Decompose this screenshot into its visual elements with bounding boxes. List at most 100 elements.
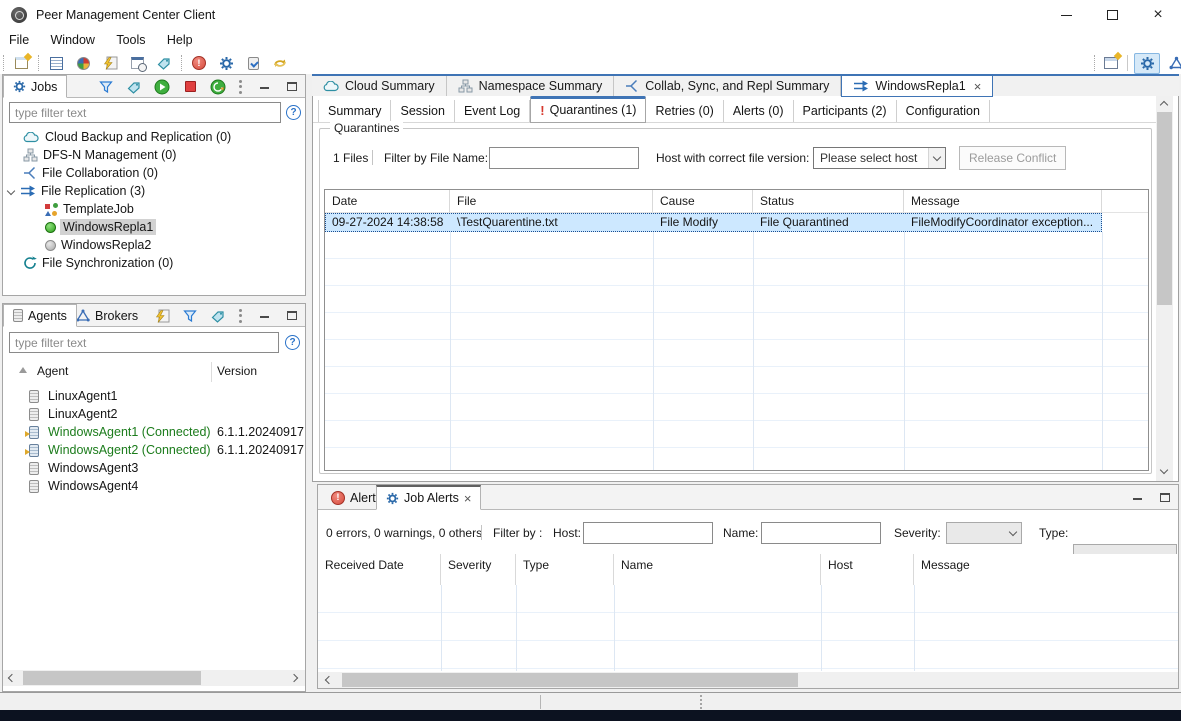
agents-filter-help-icon[interactable]: [285, 335, 300, 350]
tab-brokers[interactable]: Brokers: [67, 304, 147, 327]
tree-item-windowsrepla1[interactable]: WindowsRepla1: [45, 218, 156, 236]
name-filter-input[interactable]: [761, 522, 881, 544]
severity-select[interactable]: [946, 522, 1022, 544]
tab-jobs[interactable]: Jobs: [3, 75, 67, 98]
tab-windowsrepla1[interactable]: WindowsRepla1 ×: [841, 76, 993, 97]
tasks-button[interactable]: [243, 53, 263, 73]
column-divider[interactable]: [211, 362, 212, 382]
maximize-window-button[interactable]: [1089, 0, 1135, 30]
agent-row-linuxagent1[interactable]: LinuxAgent1: [29, 387, 299, 405]
scrollbar-thumb[interactable]: [23, 671, 201, 685]
filename-filter-input[interactable]: [489, 147, 639, 169]
menu-file[interactable]: File: [0, 30, 38, 50]
tree-item-templatejob[interactable]: TemplateJob: [45, 200, 134, 218]
menu-tools[interactable]: Tools: [107, 30, 154, 50]
tab-collab-sync-repl-summary[interactable]: Collab, Sync, and Repl Summary: [614, 76, 841, 96]
jobs-filter-input[interactable]: [9, 102, 281, 123]
close-tab-icon[interactable]: ×: [464, 491, 472, 506]
dashboard-button[interactable]: [73, 53, 93, 73]
agent-row-linuxagent2[interactable]: LinuxAgent2: [29, 405, 299, 423]
agents-view-menu-button[interactable]: [236, 306, 246, 326]
subtab-summary[interactable]: Summary: [318, 100, 391, 122]
tree-item-file-synchronization[interactable]: File Synchronization (0): [23, 254, 173, 272]
open-perspective-button[interactable]: [1101, 53, 1121, 73]
host-select[interactable]: Please select host: [813, 147, 946, 169]
jobs-maximize-button[interactable]: [282, 77, 302, 97]
job-checklist-button[interactable]: [46, 53, 66, 73]
power-actions-button[interactable]: [100, 53, 120, 73]
column-date[interactable]: Date: [325, 190, 450, 212]
column-status[interactable]: Status: [753, 190, 904, 212]
release-conflict-button[interactable]: Release Conflict: [959, 146, 1066, 170]
new-job-button[interactable]: [11, 53, 31, 73]
agents-hscrollbar[interactable]: [3, 670, 305, 686]
column-host[interactable]: Host: [821, 554, 914, 585]
schedule-button[interactable]: [127, 53, 147, 73]
close-tab-icon[interactable]: ×: [974, 79, 982, 94]
tab-job-alerts[interactable]: Job Alerts ×: [376, 485, 481, 510]
subtab-configuration[interactable]: Configuration: [897, 100, 990, 122]
column-type[interactable]: Type: [516, 554, 614, 585]
sash-drag-handle[interactable]: [700, 695, 702, 709]
editor-vscrollbar[interactable]: [1156, 96, 1173, 481]
topology-perspective-button[interactable]: [1166, 53, 1181, 73]
jobs-tag-button[interactable]: [124, 77, 144, 97]
column-name[interactable]: Name: [614, 554, 821, 585]
alerts-maximize-button[interactable]: [1155, 488, 1175, 508]
subtab-session[interactable]: Session: [391, 100, 454, 122]
agents-tag-button[interactable]: [208, 306, 228, 326]
minimize-window-button[interactable]: [1043, 0, 1089, 30]
subtab-event-log[interactable]: Event Log: [455, 100, 530, 122]
close-window-button[interactable]: ×: [1135, 0, 1181, 30]
alerts-hscrollbar[interactable]: [318, 672, 1178, 688]
agent-row-windowsagent4[interactable]: WindowsAgent4: [29, 477, 299, 495]
tree-item-file-collaboration[interactable]: File Collaboration (0): [23, 164, 158, 182]
column-message[interactable]: Message: [914, 554, 1177, 585]
pmc-perspective-button[interactable]: [1134, 53, 1160, 74]
jobs-minimize-button[interactable]: [254, 77, 274, 97]
preferences-button[interactable]: [216, 53, 236, 73]
quarantine-row-selected[interactable]: 09-27-2024 14:38:58 \TestQuarentine.txt …: [325, 213, 1102, 232]
tags-button[interactable]: [154, 53, 174, 73]
subtab-quarantines[interactable]: ! Quarantines (1): [530, 96, 646, 123]
agents-column-agent[interactable]: Agent: [37, 364, 68, 378]
host-filter-input[interactable]: [583, 522, 713, 544]
alerts-minimize-button[interactable]: [1127, 488, 1147, 508]
jobs-filter-help-icon[interactable]: [286, 105, 301, 120]
scroll-down-arrow-icon[interactable]: [1160, 466, 1168, 474]
start-job-button[interactable]: [152, 77, 172, 97]
restart-job-button[interactable]: [208, 77, 228, 97]
subtab-participants[interactable]: Participants (2): [794, 100, 897, 122]
tab-agents[interactable]: Agents: [3, 304, 77, 327]
agents-column-version[interactable]: Version: [217, 364, 257, 378]
tab-namespace-summary[interactable]: Namespace Summary: [447, 76, 615, 96]
agents-filter-input[interactable]: [9, 332, 279, 353]
agents-power-button[interactable]: [152, 306, 172, 326]
agents-filter-button[interactable]: [180, 306, 200, 326]
menu-help[interactable]: Help: [158, 30, 202, 50]
scroll-left-arrow-icon[interactable]: [8, 674, 16, 682]
stop-job-button[interactable]: [180, 77, 200, 97]
tree-item-file-replication[interactable]: File Replication (3): [8, 182, 145, 200]
agent-row-windowsagent3[interactable]: WindowsAgent3: [29, 459, 299, 477]
agents-maximize-button[interactable]: [282, 306, 302, 326]
scrollbar-thumb[interactable]: [342, 673, 798, 687]
tree-item-cloud-backup[interactable]: Cloud Backup and Replication (0): [23, 128, 231, 146]
menu-window[interactable]: Window: [42, 30, 104, 50]
refresh-button[interactable]: [270, 53, 290, 73]
column-message[interactable]: Message: [904, 190, 1102, 212]
scroll-right-arrow-icon[interactable]: [290, 674, 298, 682]
column-received-date[interactable]: Received Date: [318, 554, 441, 585]
jobs-filter-button[interactable]: [96, 77, 116, 97]
scroll-left-arrow-icon[interactable]: [325, 676, 333, 684]
agent-row-windowsagent1[interactable]: WindowsAgent1 (Connected) 6.1.1.20240917: [29, 423, 305, 441]
column-severity[interactable]: Severity: [441, 554, 516, 585]
tree-item-windowsrepla2[interactable]: WindowsRepla2: [45, 236, 151, 254]
tab-cloud-summary[interactable]: Cloud Summary: [312, 76, 447, 96]
agent-row-windowsagent2[interactable]: WindowsAgent2 (Connected) 6.1.1.20240917: [29, 441, 305, 459]
tree-item-dfsn[interactable]: DFS-N Management (0): [23, 146, 176, 164]
subtab-retries[interactable]: Retries (0): [646, 100, 723, 122]
subtab-alerts[interactable]: Alerts (0): [724, 100, 794, 122]
alerts-button[interactable]: [189, 53, 209, 73]
column-file[interactable]: File: [450, 190, 653, 212]
